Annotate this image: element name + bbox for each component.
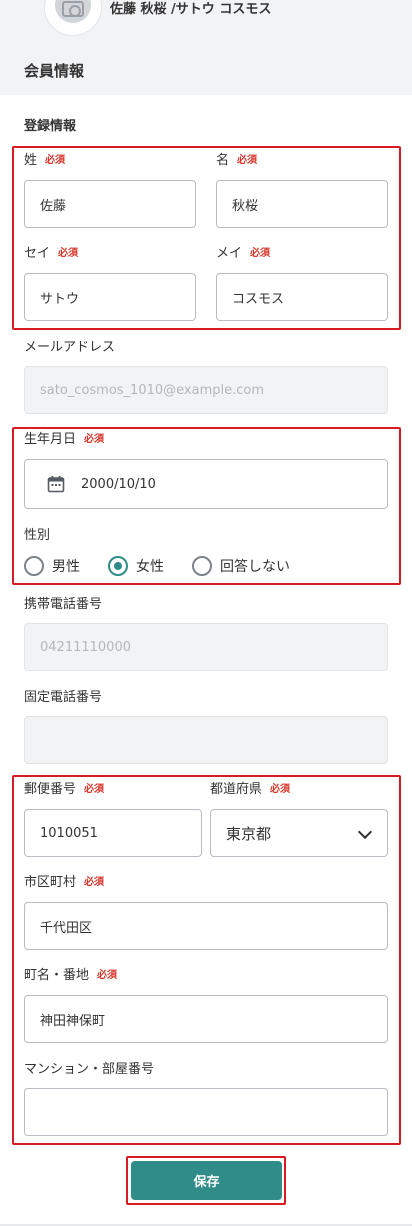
required-badge: 必須 [97,970,118,981]
first-name-kana-label: メイ 必須 [216,246,271,261]
required-badge: 必須 [250,248,271,259]
required-badge: 必須 [45,155,66,166]
prefecture-select[interactable]: 東京都 [210,809,388,857]
calendar-icon [47,475,65,493]
last-name-kana-label: セイ 必須 [24,246,79,261]
email-field: sato_cosmos_1010@example.com [24,366,388,414]
town-input[interactable]: 神田神保町 [24,995,388,1043]
gender-label: 性別 [24,528,51,543]
birthday-input[interactable]: 2000/10/10 [24,459,388,509]
first-name-input[interactable]: 秋桜 [216,180,388,228]
radio-unchecked-icon [192,556,212,576]
phone-field [24,716,388,764]
building-input[interactable] [24,1088,388,1136]
phone-label: 固定電話番号 [24,690,103,705]
first-name-label: 名必須 [216,153,258,168]
required-badge: 必須 [270,784,291,795]
prefecture-label: 都道府県 必須 [210,782,291,797]
gender-option-male[interactable]: 男性 [24,556,80,576]
postal-label: 郵便番号 必須 [24,782,105,797]
last-name-input[interactable]: 佐藤 [24,180,196,228]
email-label: メールアドレス [24,340,116,355]
town-label: 町名・番地 必須 [24,968,118,983]
city-label: 市区町村 必須 [24,875,105,890]
user-name: 佐藤 秋桜 /サトウ コスモス [110,2,272,17]
camera-icon [62,1,84,17]
gender-option-no-answer[interactable]: 回答しない [192,556,290,576]
last-name-kana-input[interactable]: サトウ [24,273,196,321]
save-button[interactable]: 保存 [131,1161,282,1200]
building-label: マンション・部屋番号 [24,1062,155,1077]
gender-option-female[interactable]: 女性 [108,556,164,576]
postal-input[interactable]: 1010051 [24,809,202,857]
city-input[interactable]: 千代田区 [24,902,388,950]
mobile-label: 携帯電話番号 [24,597,103,612]
section-subtitle: 登録情報 [24,119,77,134]
page-title: 会員情報 [24,62,85,80]
mobile-field: 04211110000 [24,623,388,671]
required-badge: 必須 [84,784,105,795]
required-badge: 必須 [84,434,105,445]
birthday-label: 生年月日 必須 [24,432,105,447]
first-name-kana-input[interactable]: コスモス [216,273,388,321]
required-badge: 必須 [58,248,79,259]
last-name-label: 姓必須 [24,153,66,168]
chevron-down-icon [357,824,373,840]
required-badge: 必須 [237,155,258,166]
radio-unchecked-icon [24,556,44,576]
radio-checked-icon [108,556,128,576]
required-badge: 必須 [84,877,105,888]
